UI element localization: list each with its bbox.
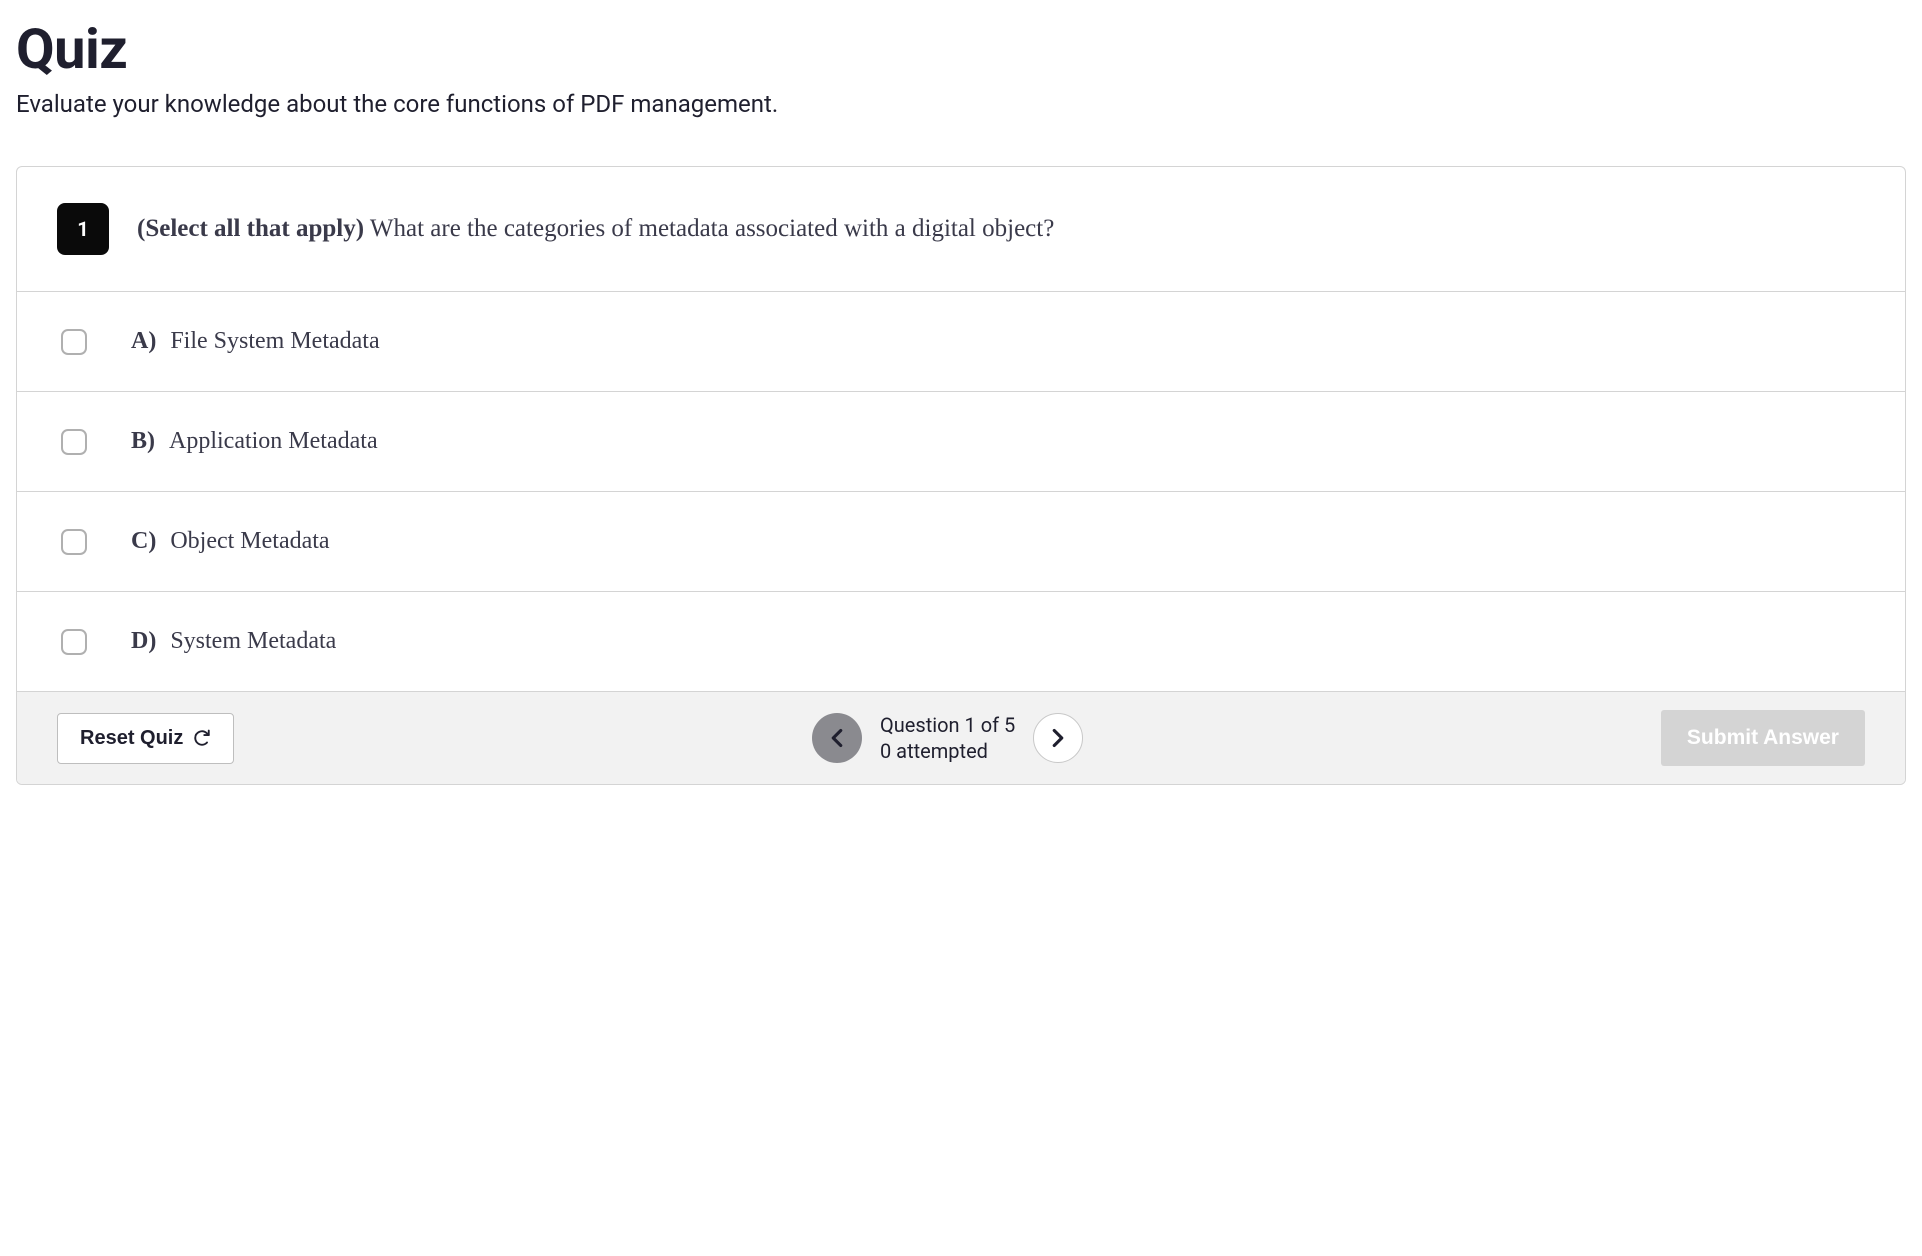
next-question-button[interactable]	[1033, 713, 1083, 763]
question-number-badge: 1	[57, 203, 109, 255]
pagination-line1: Question 1 of 5	[880, 712, 1015, 738]
question-body: What are the categories of metadata asso…	[370, 215, 1054, 242]
quiz-footer: Reset Quiz Question 1 of 5 0 attempted	[17, 691, 1905, 784]
chevron-right-icon	[1051, 728, 1065, 748]
options-list: A) File System Metadata B) Application M…	[17, 291, 1905, 691]
option-label: B) Application Metadata	[131, 428, 378, 455]
option-text: System Metadata	[170, 628, 336, 655]
quiz-card: 1 (Select all that apply) What are the c…	[16, 166, 1906, 785]
question-prefix: (Select all that apply)	[137, 215, 364, 242]
option-label: C) Object Metadata	[131, 528, 330, 555]
option-text: File System Metadata	[170, 328, 379, 355]
refresh-icon	[193, 729, 211, 747]
option-letter: C)	[131, 528, 156, 555]
option-row[interactable]: A) File System Metadata	[17, 292, 1905, 392]
prev-question-button[interactable]	[812, 713, 862, 763]
option-label: A) File System Metadata	[131, 328, 380, 355]
page-title: Quiz	[16, 16, 1906, 82]
option-row[interactable]: D) System Metadata	[17, 592, 1905, 691]
pagination-status: Question 1 of 5 0 attempted	[880, 712, 1015, 764]
option-label: D) System Metadata	[131, 628, 336, 655]
question-text: (Select all that apply) What are the cat…	[137, 215, 1054, 243]
chevron-left-icon	[830, 728, 844, 748]
reset-button-label: Reset Quiz	[80, 727, 183, 750]
checkbox-icon[interactable]	[61, 529, 87, 555]
option-text: Application Metadata	[169, 428, 378, 455]
option-row[interactable]: B) Application Metadata	[17, 392, 1905, 492]
option-row[interactable]: C) Object Metadata	[17, 492, 1905, 592]
option-letter: D)	[131, 628, 156, 655]
submit-answer-button[interactable]: Submit Answer	[1661, 710, 1865, 766]
question-header: 1 (Select all that apply) What are the c…	[17, 167, 1905, 291]
checkbox-icon[interactable]	[61, 629, 87, 655]
pagination: Question 1 of 5 0 attempted	[812, 712, 1083, 764]
option-letter: A)	[131, 328, 156, 355]
page-subtitle: Evaluate your knowledge about the core f…	[16, 90, 1906, 118]
reset-quiz-button[interactable]: Reset Quiz	[57, 713, 234, 764]
checkbox-icon[interactable]	[61, 429, 87, 455]
pagination-line2: 0 attempted	[880, 738, 1015, 764]
option-letter: B)	[131, 428, 155, 455]
checkbox-icon[interactable]	[61, 329, 87, 355]
option-text: Object Metadata	[170, 528, 329, 555]
